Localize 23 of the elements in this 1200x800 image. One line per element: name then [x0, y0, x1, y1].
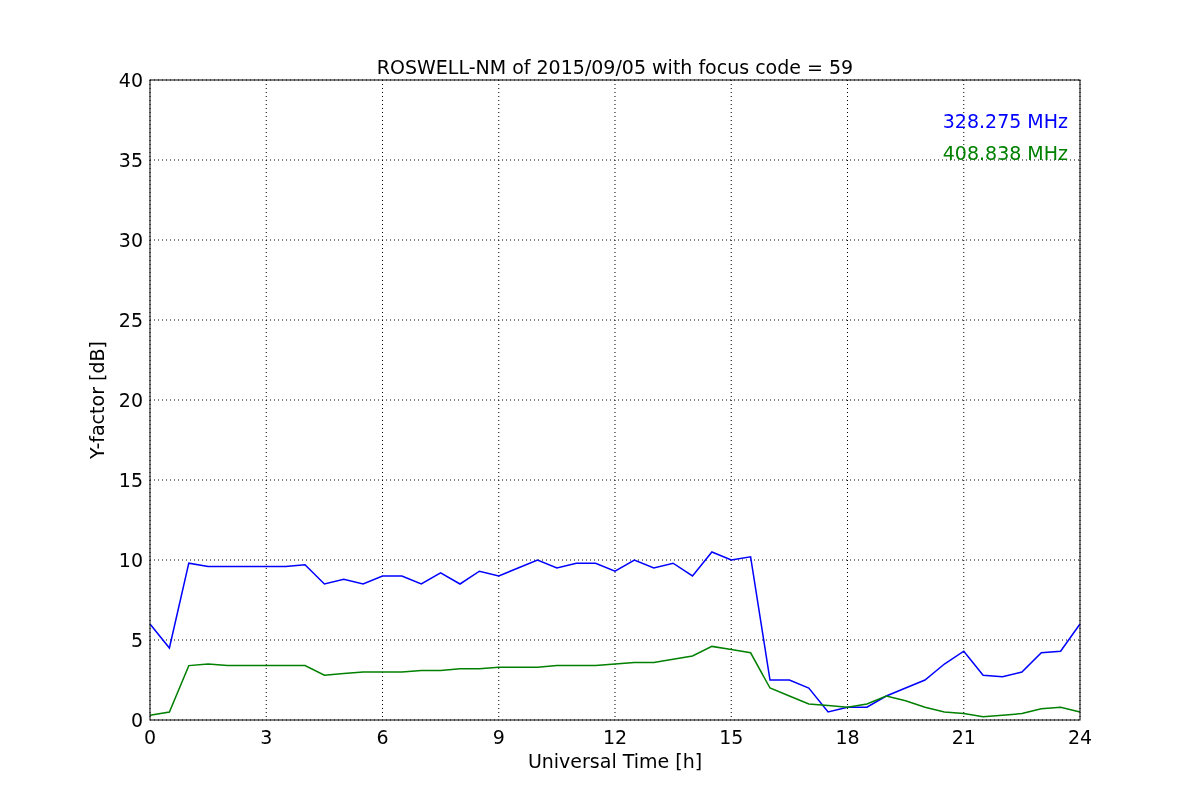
y-tick-label: 10 [118, 549, 143, 571]
x-tick-label: 3 [260, 726, 273, 748]
legend-label: 408.838 MHz [942, 142, 1068, 164]
x-tick-label: 15 [719, 726, 744, 748]
x-tick-label: 6 [376, 726, 389, 748]
y-axis-label: Y-factor [dB] [86, 341, 108, 459]
y-tick-label: 40 [118, 69, 143, 91]
x-tick-label: 0 [143, 726, 157, 748]
y-tick-label: 25 [118, 309, 143, 331]
x-tick-label: 12 [602, 726, 628, 748]
y-tick-label: 30 [118, 229, 143, 251]
x-tick-label: 18 [835, 726, 860, 748]
x-axis-label: Universal Time [h] [527, 750, 703, 772]
y-tick-label: 20 [118, 389, 143, 411]
chart-title: ROSWELL-NM of 2015/09/05 with focus code = 59 [376, 56, 854, 78]
x-tick-label: 24 [1067, 726, 1093, 748]
x-tick-label: 21 [951, 726, 976, 748]
y-tick-label: 15 [118, 469, 143, 491]
legend-label: 328.275 MHz [942, 110, 1068, 132]
y-tick-label: 5 [130, 629, 143, 651]
y-tick-label: 35 [118, 149, 143, 171]
x-tick-label: 9 [492, 726, 505, 748]
y-tick-label: 0 [130, 709, 143, 731]
